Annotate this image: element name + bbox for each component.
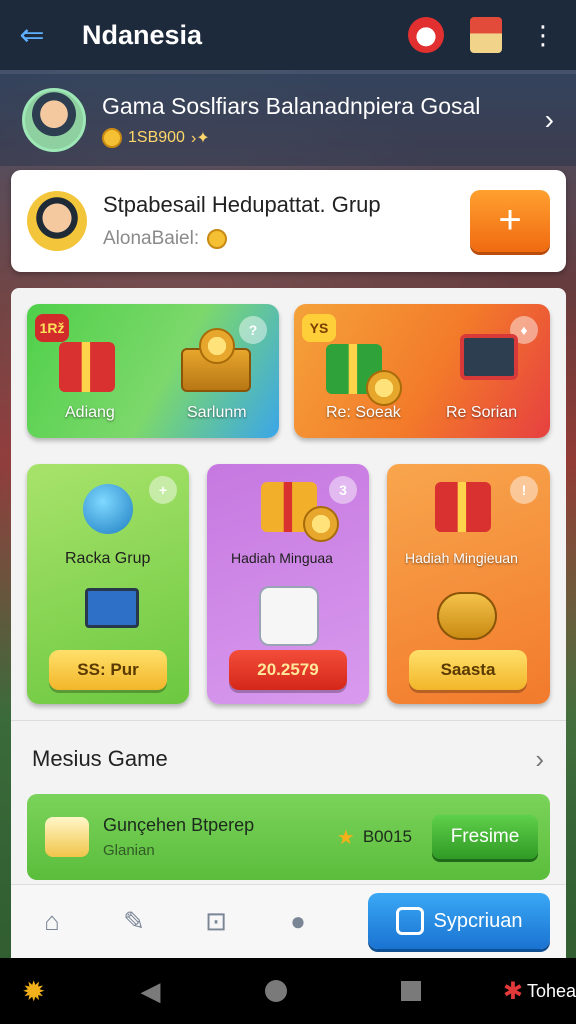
whistle-icon — [83, 484, 133, 534]
tile-adiang[interactable]: 1Rž ? Adiang Sarlunm — [27, 304, 279, 438]
phone-device-icon — [460, 334, 518, 380]
tile-title: Hadiah Mingieuan — [405, 550, 518, 566]
user-avatar[interactable] — [22, 88, 86, 152]
profile-strip[interactable]: Gama Soslfiars Balanadnpiera Gosal 1SB90… — [0, 74, 576, 166]
back-triangle-icon[interactable]: ◀ — [140, 976, 160, 1007]
game-score: B0015 — [362, 827, 412, 846]
dice-icon — [259, 586, 319, 646]
tile-hadiah-minguaa[interactable]: 3 Hadiah Minguaa 20.2579 — [207, 464, 369, 704]
notification-mascot-icon[interactable] — [408, 17, 444, 53]
game-name: Gunçehen Btperep — [103, 815, 255, 835]
tile-title: Racka Grup — [65, 550, 151, 567]
add-icon[interactable]: + — [149, 476, 177, 504]
tile-badge: YS — [302, 314, 336, 342]
sparkle-icon: ›✦ — [190, 129, 210, 147]
gold-coin-icon — [366, 370, 402, 406]
tile-label-left: Re: Soeak — [326, 404, 401, 421]
group-text: Stpabesail Hedupattat. Grup AlonaBaiel: — [103, 192, 470, 250]
tile-label-right: Sarlunm — [187, 404, 247, 421]
info-icon[interactable]: ! — [510, 476, 538, 504]
game-list-item[interactable]: Gunçehen Btperep Glanian ★ B0015 Fresime — [27, 794, 550, 880]
home-icon[interactable]: ⌂ — [11, 906, 93, 937]
tile-label-left: Adiang — [65, 404, 115, 421]
game-icon — [45, 817, 89, 857]
profile-name: Gama Soslfiars Balanadnpiera Gosal — [102, 92, 481, 119]
tile-soeak[interactable]: YS ♦ Re: Soeak Re Sorian — [294, 304, 550, 438]
add-group-button[interactable]: + — [470, 190, 550, 252]
gold-coin-icon — [199, 328, 235, 364]
nav-right-label: Tohea — [526, 980, 576, 1001]
tile-badge: 3 — [329, 476, 357, 504]
tile-button[interactable]: Saasta — [409, 650, 527, 690]
bottom-tab-bar: ⌂ ✎ ⊡ ● Sypcriuan — [11, 884, 566, 958]
pencil-icon[interactable]: ✎ — [93, 906, 175, 937]
chevron-right-icon[interactable]: › — [545, 104, 554, 136]
profile-coins: 1SB900 ›✦ — [102, 127, 545, 148]
profile-text: Gama Soslfiars Balanadnpiera Gosal 1SB90… — [102, 93, 545, 148]
coin-icon — [102, 127, 122, 148]
shop-house-icon[interactable] — [470, 17, 502, 53]
nav-right-item[interactable]: ✱ Tohea — [503, 977, 576, 1006]
home-circle-icon[interactable] — [265, 980, 288, 1002]
bean-icon — [207, 229, 228, 249]
divider — [11, 720, 566, 721]
game-sub: Glanian — [103, 842, 155, 859]
tile-hadiah-mingieuan[interactable]: ! Hadiah Mingieuan Saasta — [387, 464, 550, 704]
back-arrow-icon[interactable]: ⇐ — [0, 18, 64, 53]
help-icon[interactable]: ? — [239, 316, 267, 344]
star-badge-icon: ✱ — [502, 977, 523, 1005]
gift-box-icon — [435, 482, 491, 532]
group-sub: AlonaBaiel: — [103, 228, 470, 250]
gold-coin-icon — [303, 506, 339, 542]
system-nav-bar: ✹ ◀ ✱ Tohea — [0, 958, 576, 1024]
tile-badge: 1Rž — [35, 314, 69, 342]
laptop-icon — [85, 588, 139, 628]
game-text: Gunçehen Btperep Glanian — [103, 815, 337, 859]
tile-title: Hadiah Minguaa — [231, 550, 333, 566]
tile-label-right: Re Sorian — [446, 404, 518, 421]
recents-square-icon[interactable] — [401, 981, 422, 1001]
chevron-right-icon[interactable]: › — [535, 744, 544, 775]
coin-count: 1SB900 — [128, 128, 185, 146]
mascot-icon[interactable]: ● — [257, 906, 339, 937]
app-title: Ndanesia — [82, 19, 203, 50]
section-title: Mesius Game — [32, 746, 168, 771]
subscribe-label: Sypcriuan — [433, 909, 523, 932]
subscribe-button[interactable]: Sypcriuan — [368, 893, 550, 949]
group-name: Stpabesail Hedupattat. Grup — [103, 192, 381, 217]
play-button[interactable]: Fresime — [432, 815, 538, 859]
top-app-bar: ⇐ Ndanesia ⋮ — [0, 0, 576, 70]
gift-box-icon — [59, 342, 115, 392]
camera-icon — [395, 907, 424, 935]
main-panel: 1Rž ? Adiang Sarlunm YS ♦ Re: Soeak Re S… — [11, 288, 566, 958]
star-icon: ★ — [336, 826, 355, 849]
tile-button[interactable]: SS: Pur — [49, 650, 167, 690]
more-options-icon[interactable]: ⋮ — [528, 20, 558, 51]
gear-icon[interactable]: ✹ — [22, 975, 45, 1008]
tile-racka-grup[interactable]: + Racka Grup SS: Pur — [27, 464, 189, 704]
group-sub-label: AlonaBaiel: — [103, 228, 200, 249]
gold-roll-icon — [437, 592, 497, 640]
tile-button[interactable]: 20.2579 — [229, 650, 347, 690]
group-card[interactable]: Stpabesail Hedupattat. Grup AlonaBaiel: … — [11, 170, 566, 272]
group-avatar — [27, 191, 87, 251]
robot-icon[interactable]: ⊡ — [175, 906, 257, 937]
